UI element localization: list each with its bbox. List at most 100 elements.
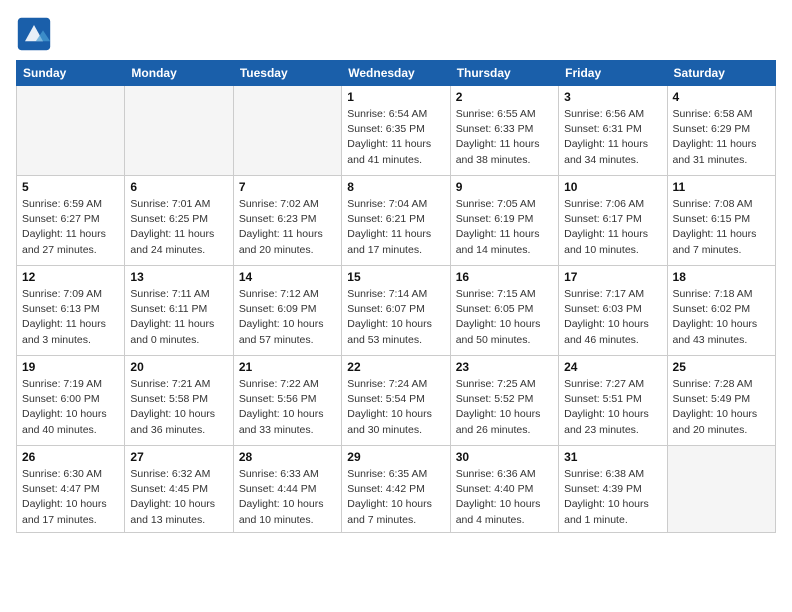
- calendar-cell: 2 Sunrise: 6:55 AM Sunset: 6:33 PM Daylig…: [450, 86, 558, 176]
- calendar-cell: 21Sunrise: 7:22 AM Sunset: 5:56 PM Dayli…: [233, 356, 341, 446]
- calendar-cell: [233, 86, 341, 176]
- day-detail: Sunrise: 7:27 AM Sunset: 5:51 PM Dayligh…: [564, 377, 661, 438]
- weekday-header-row: SundayMondayTuesdayWednesdayThursdayFrid…: [17, 61, 776, 86]
- weekday-saturday: Saturday: [667, 61, 775, 86]
- calendar-cell: 29Sunrise: 6:35 AM Sunset: 4:42 PM Dayli…: [342, 446, 450, 533]
- day-number: 3: [564, 90, 661, 104]
- calendar-cell: 8 Sunrise: 7:04 AM Sunset: 6:21 PM Daylig…: [342, 176, 450, 266]
- calendar-cell: 27 Sunrise: 6:32 AM Sunset: 4:45 PM Dayli…: [125, 446, 233, 533]
- day-number: 1: [347, 90, 444, 104]
- day-number: 2: [456, 90, 553, 104]
- calendar-cell: 11Sunrise: 7:08 AM Sunset: 6:15 PM Dayli…: [667, 176, 775, 266]
- day-detail: Sunrise: 6:58 AM Sunset: 6:29 PM Dayligh…: [673, 107, 770, 168]
- weekday-thursday: Thursday: [450, 61, 558, 86]
- calendar-cell: 24 Sunrise: 7:27 AM Sunset: 5:51 PM Dayli…: [559, 356, 667, 446]
- day-number: 5: [22, 180, 119, 194]
- day-number: 30: [456, 450, 553, 464]
- day-detail: Sunrise: 6:32 AM Sunset: 4:45 PM Dayligh…: [130, 467, 227, 528]
- day-detail: Sunrise: 7:09 AM Sunset: 6:13 PM Dayligh…: [22, 287, 119, 348]
- calendar-cell: 6 Sunrise: 7:01 AM Sunset: 6:25 PM Daylig…: [125, 176, 233, 266]
- day-detail: Sunrise: 6:56 AM Sunset: 6:31 PM Dayligh…: [564, 107, 661, 168]
- calendar-table: SundayMondayTuesdayWednesdayThursdayFrid…: [16, 60, 776, 533]
- calendar-week-5: 26 Sunrise: 6:30 AM Sunset: 4:47 PM Dayli…: [17, 446, 776, 533]
- day-detail: Sunrise: 7:04 AM Sunset: 6:21 PM Dayligh…: [347, 197, 444, 258]
- weekday-wednesday: Wednesday: [342, 61, 450, 86]
- calendar-cell: 9 Sunrise: 7:05 AM Sunset: 6:19 PM Daylig…: [450, 176, 558, 266]
- day-number: 10: [564, 180, 661, 194]
- day-number: 9: [456, 180, 553, 194]
- calendar-cell: 16Sunrise: 7:15 AM Sunset: 6:05 PM Dayli…: [450, 266, 558, 356]
- day-number: 17: [564, 270, 661, 284]
- calendar-cell: 4 Sunrise: 6:58 AM Sunset: 6:29 PM Daylig…: [667, 86, 775, 176]
- day-number: 28: [239, 450, 336, 464]
- calendar-cell: [667, 446, 775, 533]
- day-number: 13: [130, 270, 227, 284]
- calendar-header: SundayMondayTuesdayWednesdayThursdayFrid…: [17, 61, 776, 86]
- logo: [16, 16, 58, 52]
- day-detail: Sunrise: 7:11 AM Sunset: 6:11 PM Dayligh…: [130, 287, 227, 348]
- day-number: 15: [347, 270, 444, 284]
- day-detail: Sunrise: 7:18 AM Sunset: 6:02 PM Dayligh…: [673, 287, 770, 348]
- calendar-week-3: 12 Sunrise: 7:09 AM Sunset: 6:13 PM Dayli…: [17, 266, 776, 356]
- calendar-cell: 7 Sunrise: 7:02 AM Sunset: 6:23 PM Daylig…: [233, 176, 341, 266]
- day-detail: Sunrise: 6:38 AM Sunset: 4:39 PM Dayligh…: [564, 467, 661, 528]
- day-detail: Sunrise: 7:01 AM Sunset: 6:25 PM Dayligh…: [130, 197, 227, 258]
- day-detail: Sunrise: 6:30 AM Sunset: 4:47 PM Dayligh…: [22, 467, 119, 528]
- weekday-tuesday: Tuesday: [233, 61, 341, 86]
- day-number: 6: [130, 180, 227, 194]
- day-detail: Sunrise: 6:59 AM Sunset: 6:27 PM Dayligh…: [22, 197, 119, 258]
- day-detail: Sunrise: 7:12 AM Sunset: 6:09 PM Dayligh…: [239, 287, 336, 348]
- day-detail: Sunrise: 6:36 AM Sunset: 4:40 PM Dayligh…: [456, 467, 553, 528]
- calendar-cell: 22 Sunrise: 7:24 AM Sunset: 5:54 PM Dayli…: [342, 356, 450, 446]
- day-number: 26: [22, 450, 119, 464]
- calendar-cell: 14 Sunrise: 7:12 AM Sunset: 6:09 PM Dayli…: [233, 266, 341, 356]
- calendar-cell: 12 Sunrise: 7:09 AM Sunset: 6:13 PM Dayli…: [17, 266, 125, 356]
- day-number: 23: [456, 360, 553, 374]
- day-number: 25: [673, 360, 770, 374]
- calendar-cell: 20Sunrise: 7:21 AM Sunset: 5:58 PM Dayli…: [125, 356, 233, 446]
- day-number: 4: [673, 90, 770, 104]
- day-detail: Sunrise: 6:33 AM Sunset: 4:44 PM Dayligh…: [239, 467, 336, 528]
- day-detail: Sunrise: 7:24 AM Sunset: 5:54 PM Dayligh…: [347, 377, 444, 438]
- weekday-friday: Friday: [559, 61, 667, 86]
- day-number: 22: [347, 360, 444, 374]
- day-number: 19: [22, 360, 119, 374]
- day-number: 11: [673, 180, 770, 194]
- calendar-cell: 5 Sunrise: 6:59 AM Sunset: 6:27 PM Daylig…: [17, 176, 125, 266]
- day-number: 31: [564, 450, 661, 464]
- day-number: 12: [22, 270, 119, 284]
- day-detail: Sunrise: 7:06 AM Sunset: 6:17 PM Dayligh…: [564, 197, 661, 258]
- page-header: [16, 16, 776, 52]
- day-number: 8: [347, 180, 444, 194]
- day-detail: Sunrise: 6:55 AM Sunset: 6:33 PM Dayligh…: [456, 107, 553, 168]
- day-number: 7: [239, 180, 336, 194]
- weekday-sunday: Sunday: [17, 61, 125, 86]
- calendar-body: 1Sunrise: 6:54 AM Sunset: 6:35 PM Daylig…: [17, 86, 776, 533]
- calendar-cell: 25Sunrise: 7:28 AM Sunset: 5:49 PM Dayli…: [667, 356, 775, 446]
- calendar-cell: 15Sunrise: 7:14 AM Sunset: 6:07 PM Dayli…: [342, 266, 450, 356]
- day-number: 24: [564, 360, 661, 374]
- calendar-cell: 31 Sunrise: 6:38 AM Sunset: 4:39 PM Dayli…: [559, 446, 667, 533]
- logo-icon: [16, 16, 52, 52]
- calendar-cell: 26 Sunrise: 6:30 AM Sunset: 4:47 PM Dayli…: [17, 446, 125, 533]
- day-detail: Sunrise: 7:02 AM Sunset: 6:23 PM Dayligh…: [239, 197, 336, 258]
- calendar-cell: [125, 86, 233, 176]
- day-number: 29: [347, 450, 444, 464]
- day-number: 21: [239, 360, 336, 374]
- day-detail: Sunrise: 7:17 AM Sunset: 6:03 PM Dayligh…: [564, 287, 661, 348]
- calendar-cell: 3 Sunrise: 6:56 AM Sunset: 6:31 PM Daylig…: [559, 86, 667, 176]
- day-detail: Sunrise: 7:15 AM Sunset: 6:05 PM Dayligh…: [456, 287, 553, 348]
- calendar-cell: 13 Sunrise: 7:11 AM Sunset: 6:11 PM Dayli…: [125, 266, 233, 356]
- calendar-cell: 1Sunrise: 6:54 AM Sunset: 6:35 PM Daylig…: [342, 86, 450, 176]
- day-number: 27: [130, 450, 227, 464]
- calendar-cell: 18Sunrise: 7:18 AM Sunset: 6:02 PM Dayli…: [667, 266, 775, 356]
- day-number: 14: [239, 270, 336, 284]
- calendar-cell: 28 Sunrise: 6:33 AM Sunset: 4:44 PM Dayli…: [233, 446, 341, 533]
- calendar-cell: [17, 86, 125, 176]
- calendar-cell: 10 Sunrise: 7:06 AM Sunset: 6:17 PM Dayli…: [559, 176, 667, 266]
- day-detail: Sunrise: 7:05 AM Sunset: 6:19 PM Dayligh…: [456, 197, 553, 258]
- calendar-cell: 19Sunrise: 7:19 AM Sunset: 6:00 PM Dayli…: [17, 356, 125, 446]
- day-detail: Sunrise: 7:25 AM Sunset: 5:52 PM Dayligh…: [456, 377, 553, 438]
- calendar-cell: 30 Sunrise: 6:36 AM Sunset: 4:40 PM Dayli…: [450, 446, 558, 533]
- day-number: 20: [130, 360, 227, 374]
